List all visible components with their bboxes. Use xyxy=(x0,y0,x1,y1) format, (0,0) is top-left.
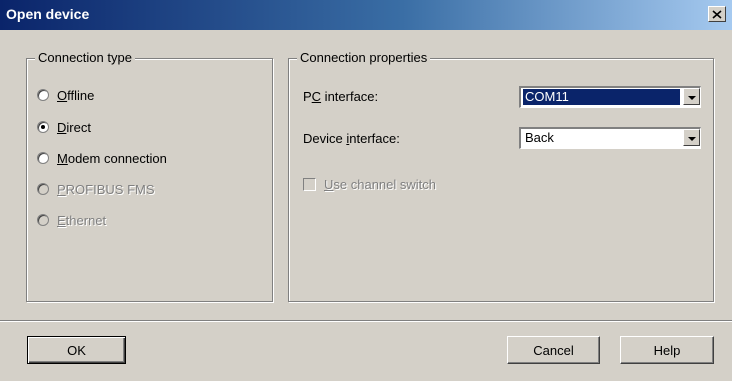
connection-properties-legend: Connection properties xyxy=(297,50,431,66)
cancel-button[interactable]: Cancel xyxy=(507,336,600,364)
chevron-down-icon xyxy=(687,89,696,104)
footer-separator xyxy=(0,320,732,322)
device-interface-value[interactable]: Back xyxy=(523,130,680,146)
channel-switch-checkbox-row: Use channel switch xyxy=(303,177,436,192)
radio-offline[interactable]: Offline xyxy=(37,86,94,104)
pc-interface-value[interactable]: COM11 xyxy=(522,88,681,106)
help-button[interactable]: Help xyxy=(620,336,714,364)
open-device-dialog: Open device Connection type Offline Dire… xyxy=(0,0,732,381)
pc-interface-dropdown-button[interactable] xyxy=(683,88,700,105)
radio-modem-connection[interactable]: Modem connection xyxy=(37,149,167,167)
radio-ethernet: Ethernet xyxy=(37,211,106,229)
radio-profibus-fms: PROFIBUS FMS xyxy=(37,180,155,198)
pc-interface-label: PC interface: xyxy=(303,89,379,104)
radio-offline-label: Offline xyxy=(57,87,95,103)
device-interface-combobox[interactable]: Back xyxy=(519,127,701,149)
connection-type-group: Connection type Offline Direct Modem con… xyxy=(26,50,273,302)
radio-profibus-label: PROFIBUS FMS xyxy=(57,181,155,197)
radio-direct-indicator[interactable] xyxy=(37,121,49,133)
radio-profibus-indicator xyxy=(37,183,49,195)
channel-switch-label: Use channel switch xyxy=(324,177,437,192)
radio-modem-indicator[interactable] xyxy=(37,152,49,164)
radio-offline-indicator[interactable] xyxy=(37,89,49,101)
radio-direct[interactable]: Direct xyxy=(37,118,91,136)
channel-switch-checkbox xyxy=(303,178,316,191)
pc-interface-combobox[interactable]: COM11 xyxy=(519,86,701,108)
close-icon xyxy=(712,6,722,22)
device-interface-dropdown-button[interactable] xyxy=(683,129,700,146)
connection-type-legend: Connection type xyxy=(35,50,135,66)
title-bar[interactable]: Open device xyxy=(0,0,732,30)
radio-direct-label: Direct xyxy=(57,119,91,135)
radio-ethernet-label: Ethernet xyxy=(57,212,107,228)
window-title: Open device xyxy=(6,6,90,22)
radio-modem-label: Modem connection xyxy=(57,150,167,166)
close-button[interactable] xyxy=(708,6,726,22)
chevron-down-icon xyxy=(687,130,696,145)
radio-selected-dot xyxy=(41,125,45,129)
radio-ethernet-indicator xyxy=(37,214,49,226)
ok-button[interactable]: OK xyxy=(27,336,126,364)
device-interface-label: Device interface: xyxy=(303,131,400,146)
connection-properties-group: Connection properties PC interface: COM1… xyxy=(288,50,714,302)
